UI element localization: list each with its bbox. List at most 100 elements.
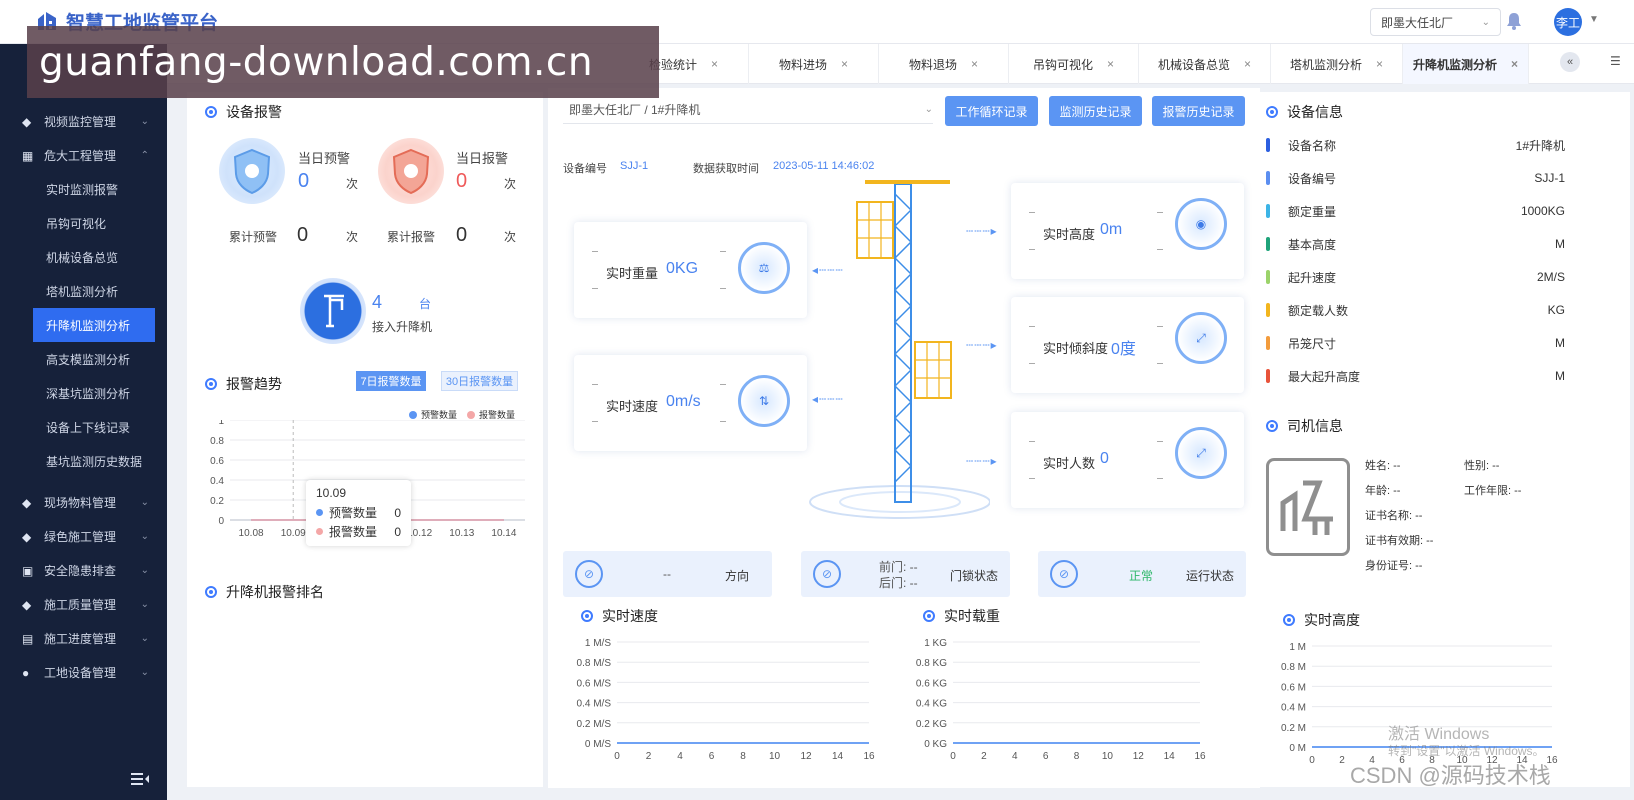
windows-activation-title: 激活 Windows (1388, 726, 1490, 743)
x-tick-label: 4 (677, 751, 683, 762)
realtime-load-chart: 0 KG 0.2 KG 0.4 KG 0.6 KG 0.8 KG 1 KG 0 2 4 6 8 10 1… (916, 638, 1206, 762)
tabs-scroll-left-icon[interactable]: « (1560, 52, 1580, 72)
close-icon[interactable]: × (1107, 57, 1114, 71)
sidebar: ◆ 视频监控管理 ⌄ ▦ 危大工程管理 ⌃ 实时监测报警 吊钩可视化 机械设备总览 塔机… (0, 44, 167, 800)
tab-equipment[interactable]: 机械设备总览 × (1139, 44, 1271, 84)
trend-section-title: 报警趋势 (205, 374, 282, 394)
windows-activation-subtitle: 转到"设置"以激活 Windows。 (1388, 744, 1545, 758)
device-info-key: 设备名称 (1288, 138, 1337, 153)
caret-down-icon[interactable]: ▼ (1589, 14, 1599, 25)
sidebar-sub-pit-history[interactable]: 基坑监测历史数据 (0, 444, 167, 478)
device-info-row: 设备编号 SJJ-1 (1263, 162, 1565, 194)
realtime-height-card: 实时高度 0m ◉ (1011, 183, 1244, 279)
tab-elevator[interactable]: 升降机监测分析 × (1403, 44, 1529, 84)
direction-status: ⊘ -- 方向 (563, 551, 772, 597)
x-tick-label: 14 (832, 751, 844, 762)
y-tick-label: 0.4 M (1281, 703, 1306, 714)
work-cycle-button[interactable]: 工作循环记录 (945, 96, 1038, 126)
today-warning-value: 0 (298, 170, 310, 192)
y-tick-label: 0 M/S (585, 739, 611, 750)
user-avatar[interactable]: 李工 (1554, 8, 1582, 36)
sidebar-sub-online-log[interactable]: 设备上下线记录 (0, 410, 167, 444)
device-info-key: 起升速度 (1288, 270, 1337, 285)
tab-tower-crane[interactable]: 塔机监测分析 × (1271, 44, 1403, 84)
close-icon[interactable]: × (1376, 57, 1383, 71)
close-icon[interactable]: × (711, 57, 718, 71)
project-select-value: 即墨大任北厂 (1381, 15, 1454, 30)
y-tick-label: 0.8 M/S (577, 658, 612, 669)
x-tick-label: 16 (1194, 751, 1206, 762)
sidebar-sub-realtime-alarm[interactable]: 实时监测报警 (0, 172, 167, 206)
cube-icon: ◆ (22, 496, 32, 510)
alarm-history-button[interactable]: 报警历史记录 (1152, 96, 1245, 126)
total-warning-label: 累计预警 (229, 230, 278, 244)
door-lock-label: 门锁状态 (950, 569, 999, 583)
device-info-value: M (1555, 369, 1565, 383)
chevron-down-icon: ⌄ (924, 104, 933, 115)
driver-age: 年龄: -- (1365, 485, 1401, 497)
x-tick-label: 10 (769, 751, 781, 762)
chevron-down-icon: ⌄ (140, 530, 149, 542)
sidebar-item-quality[interactable]: ◆ 施工质量管理 ⌄ (0, 587, 167, 621)
y-tick-label: 1 KG (924, 638, 947, 649)
realtime-speed-chart: 0 M/S 0.2 M/S 0.4 M/S 0.6 M/S 0.8 M/S 1 M/S 0 2… (577, 638, 875, 762)
today-warning-unit: 次 (346, 177, 359, 191)
device-breadcrumb-select[interactable]: 即墨大任北厂 / 1#升降机 ⌄ (563, 96, 933, 124)
driver-id-no: 身份证号: -- (1365, 560, 1423, 572)
arrow-left-icon: ◂┄┄┄ (812, 392, 844, 406)
x-tick-label: 2 (981, 751, 987, 762)
fetch-time-value: 2023-05-11 14:46:02 (773, 160, 875, 172)
connected-unit: 台 (419, 297, 432, 311)
tabs-menu-icon[interactable]: ☰ (1610, 54, 1621, 68)
close-icon[interactable]: × (971, 57, 978, 71)
sidebar-item-hazard[interactable]: ▦ 危大工程管理 ⌃ (0, 138, 167, 172)
driver-photo-placeholder-icon (1266, 458, 1350, 556)
sidebar-sub-formwork[interactable]: 高支模监测分析 (0, 342, 167, 376)
layers-icon: ▤ (22, 632, 34, 646)
bell-icon[interactable] (1506, 12, 1526, 32)
chevron-up-icon: ⌃ (140, 149, 149, 161)
today-alarm-unit: 次 (504, 177, 517, 191)
legend-dot-warning (409, 410, 417, 419)
sidebar-sub-equipment[interactable]: 机械设备总览 (0, 240, 167, 274)
monitor-history-button[interactable]: 监测历史记录 (1049, 96, 1142, 126)
tab-hook[interactable]: 吊钩可视化 × (1009, 44, 1139, 84)
height-gauge-icon: ◉ (1175, 198, 1227, 250)
menu-collapse-icon[interactable] (131, 773, 151, 788)
today-alarm-label: 当日报警 (456, 151, 509, 166)
sidebar-item-material[interactable]: ◆ 现场物料管理 ⌄ (0, 485, 167, 519)
close-icon[interactable]: × (841, 57, 848, 71)
trend-7day-button[interactable]: 7日报警数量 (356, 371, 426, 391)
y-tick-label: 0.4 KG (916, 699, 947, 710)
sidebar-item-green[interactable]: ◆ 绿色施工管理 ⌄ (0, 519, 167, 553)
project-select[interactable]: 即墨大任北厂 ⌄ (1370, 8, 1501, 36)
people-gauge-icon: ⤢ (1175, 427, 1227, 479)
compass-icon: ⊘ (575, 560, 603, 588)
compass-icon: ⊘ (813, 560, 841, 588)
sidebar-sub-elevator[interactable]: 升降机监测分析 (33, 308, 155, 342)
row-color-bar (1266, 237, 1270, 251)
sidebar-sub-foundation-pit[interactable]: 深基坑监测分析 (0, 376, 167, 410)
trend-tooltip: 10.09 预警数量 0 报警数量 0 (306, 480, 411, 546)
sidebar-item-site-equipment[interactable]: ● 工地设备管理 ⌄ (0, 655, 167, 689)
close-icon[interactable]: × (1511, 57, 1518, 71)
sidebar-sub-tower-crane[interactable]: 塔机监测分析 (0, 274, 167, 308)
x-tick-label: 2 (1339, 755, 1345, 766)
trend-30day-button[interactable]: 30日报警数量 (441, 371, 518, 391)
sidebar-item-video[interactable]: ◆ 视频监控管理 ⌄ (0, 104, 167, 138)
tab-material-out[interactable]: 物料退场 × (879, 44, 1009, 84)
height-chart-title: 实时高度 (1283, 610, 1360, 630)
tab-material-in[interactable]: 物料进场 × (749, 44, 879, 84)
row-color-bar (1266, 138, 1270, 152)
chevron-down-icon: ⌄ (1481, 16, 1490, 28)
x-tick-label: 8 (1074, 751, 1080, 762)
x-tick-label: 0 (1309, 755, 1315, 766)
section-ring-icon (1283, 614, 1295, 626)
close-icon[interactable]: × (1244, 57, 1251, 71)
sidebar-item-safety[interactable]: ▣ 安全隐患排查 ⌄ (0, 553, 167, 587)
chevron-down-icon: ⌄ (140, 598, 149, 610)
y-tick-label: 1 M/S (585, 638, 611, 649)
sidebar-item-progress[interactable]: ▤ 施工进度管理 ⌄ (0, 621, 167, 655)
sidebar-sub-hook[interactable]: 吊钩可视化 (0, 206, 167, 240)
x-tick-label: 8 (740, 751, 746, 762)
